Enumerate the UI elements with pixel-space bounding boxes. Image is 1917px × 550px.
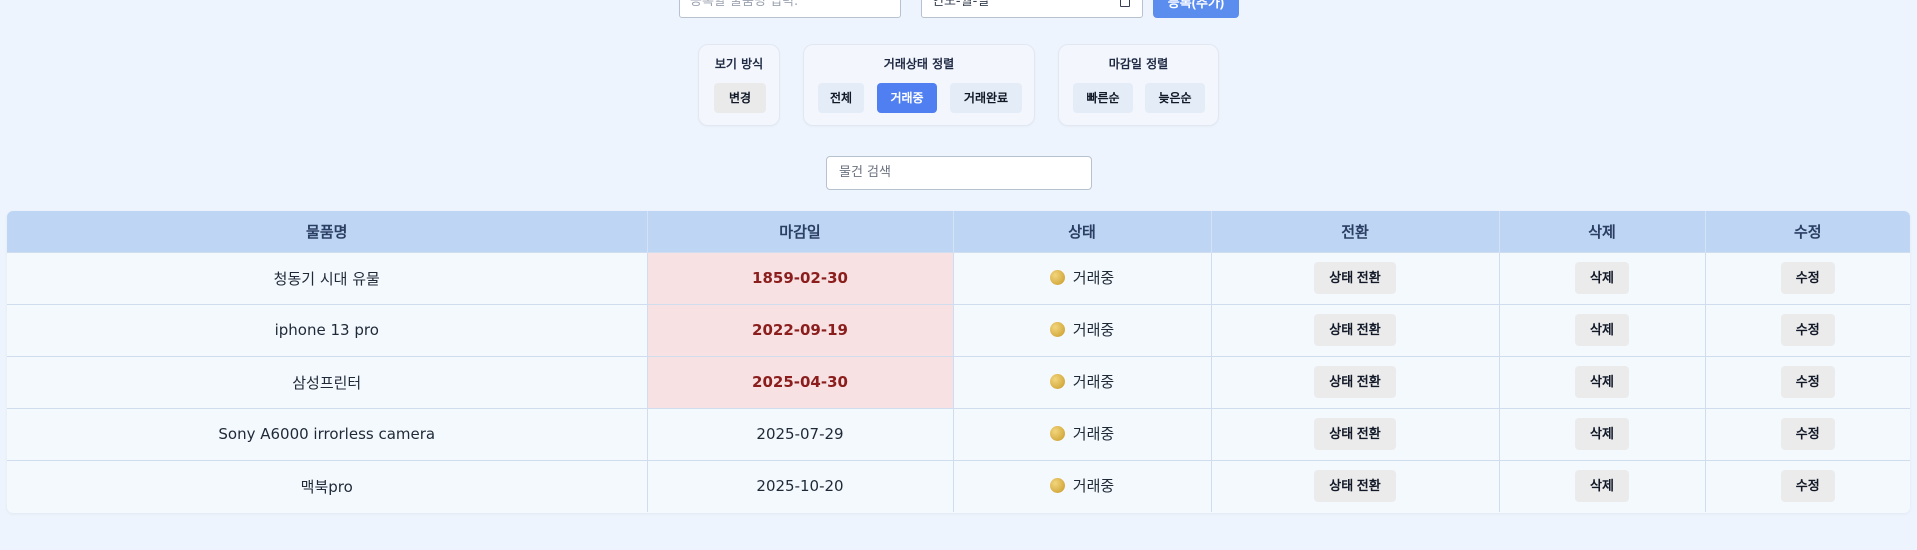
table-header-row: 물품명 마감일 상태 전환 삭제 수정 bbox=[7, 211, 1910, 252]
delete-button[interactable]: 삭제 bbox=[1575, 470, 1629, 503]
status-indicator: 거래중 bbox=[1049, 423, 1115, 444]
toggle-status-button[interactable]: 상태 전환 bbox=[1314, 470, 1396, 503]
toggle-status-button[interactable]: 상태 전환 bbox=[1314, 366, 1396, 398]
delete-cell: 삭제 bbox=[1499, 407, 1706, 460]
status-indicator: 거래중 bbox=[1049, 371, 1115, 392]
table-row: 삼성프린터 2025-04-30 거래중 상태 전환 삭제 수정 bbox=[7, 355, 1910, 408]
item-search-input[interactable]: 물건 검색 bbox=[826, 156, 1092, 190]
toggle-cell: 상태 전환 bbox=[1211, 459, 1500, 512]
header-deadline: 마감일 bbox=[647, 211, 954, 252]
deadline-cell: 2025-07-29 bbox=[647, 407, 954, 460]
item-name-cell: iphone 13 pro bbox=[7, 303, 648, 356]
status-label: 거래중 bbox=[1072, 269, 1115, 287]
status-cell: 거래중 bbox=[953, 355, 1212, 408]
deadline-sort-panel: 마감일 정렬 빠른순 늦은순 bbox=[1058, 44, 1219, 126]
status-sort-title: 거래상태 정렬 bbox=[883, 57, 955, 71]
table-row: 맥북pro 2025-10-20 거래중 상태 전환 삭제 수정 bbox=[7, 459, 1910, 512]
deadline-sort-title: 마감일 정렬 bbox=[1108, 57, 1169, 71]
delete-cell: 삭제 bbox=[1499, 303, 1706, 356]
delete-cell: 삭제 bbox=[1499, 459, 1706, 512]
item-name-cell: Sony A6000 irrorless camera bbox=[7, 407, 648, 460]
status-dot-icon bbox=[1049, 374, 1065, 389]
delete-button[interactable]: 삭제 bbox=[1575, 262, 1629, 294]
item-name-input[interactable]: 등록할 물품명 입력. bbox=[679, 0, 901, 18]
edit-button[interactable]: 수정 bbox=[1780, 366, 1835, 398]
edit-cell: 수정 bbox=[1705, 407, 1910, 460]
status-cell: 거래중 bbox=[953, 251, 1212, 304]
add-item-button[interactable]: 등록(추가) bbox=[1153, 0, 1239, 18]
deadline-cell: 2025-10-20 bbox=[647, 459, 954, 512]
status-dot-icon bbox=[1049, 322, 1065, 337]
register-form: 등록할 물품명 입력. 연도-월-일 등록(추가) bbox=[0, 0, 1917, 18]
view-mode-title: 보기 방식 bbox=[714, 57, 764, 71]
status-label: 거래중 bbox=[1072, 373, 1115, 391]
toggle-cell: 상태 전환 bbox=[1211, 407, 1500, 460]
delete-button[interactable]: 삭제 bbox=[1575, 314, 1629, 346]
item-name-cell: 삼성프린터 bbox=[7, 355, 648, 408]
edit-button[interactable]: 수정 bbox=[1780, 418, 1835, 450]
status-cell: 거래중 bbox=[953, 407, 1212, 460]
toggle-cell: 상태 전환 bbox=[1211, 251, 1500, 304]
edit-cell: 수정 bbox=[1705, 303, 1910, 356]
delete-cell: 삭제 bbox=[1499, 251, 1706, 304]
item-name-cell: 맥북pro bbox=[7, 459, 648, 512]
table-row: 청동기 시대 유물 1859-02-30 거래중 상태 전환 삭제 수정 bbox=[7, 251, 1910, 304]
edit-button[interactable]: 수정 bbox=[1780, 314, 1835, 346]
table-row: iphone 13 pro 2022-09-19 거래중 상태 전환 삭제 수정 bbox=[7, 303, 1910, 356]
items-table: 물품명 마감일 상태 전환 삭제 수정 청동기 시대 유물 1859-02-30 거… bbox=[7, 211, 1910, 513]
edit-cell: 수정 bbox=[1705, 459, 1910, 512]
deadline-desc-button[interactable]: 늦은순 bbox=[1145, 83, 1205, 113]
status-all-button[interactable]: 전체 bbox=[818, 83, 864, 113]
delete-button[interactable]: 삭제 bbox=[1575, 366, 1629, 398]
status-dot-icon bbox=[1049, 478, 1065, 494]
header-status: 상태 bbox=[953, 211, 1212, 252]
status-indicator: 거래중 bbox=[1049, 267, 1115, 288]
header-item-name: 물품명 bbox=[7, 211, 648, 252]
status-cell: 거래중 bbox=[953, 303, 1212, 356]
deadline-cell: 2025-04-30 bbox=[647, 355, 954, 408]
header-delete: 삭제 bbox=[1499, 211, 1706, 252]
status-sort-panel: 거래상태 정렬 전체 거래중 거래완료 bbox=[803, 44, 1035, 126]
status-label: 거래중 bbox=[1072, 321, 1115, 339]
status-indicator: 거래중 bbox=[1049, 319, 1115, 340]
item-name-cell: 청동기 시대 유물 bbox=[7, 251, 648, 304]
toggle-status-button[interactable]: 상태 전환 bbox=[1314, 314, 1396, 346]
status-label: 거래중 bbox=[1072, 477, 1115, 496]
toggle-cell: 상태 전환 bbox=[1211, 355, 1500, 408]
delete-button[interactable]: 삭제 bbox=[1575, 418, 1629, 450]
deadline-cell: 1859-02-30 bbox=[647, 251, 954, 304]
edit-button[interactable]: 수정 bbox=[1780, 262, 1835, 294]
calendar-icon[interactable] bbox=[1120, 0, 1130, 7]
toggle-status-button[interactable]: 상태 전환 bbox=[1314, 418, 1396, 450]
view-mode-panel: 보기 방식 변경 bbox=[698, 44, 780, 126]
deadline-cell: 2022-09-19 bbox=[647, 303, 954, 356]
status-in-progress-button[interactable]: 거래중 bbox=[877, 83, 937, 113]
status-label: 거래중 bbox=[1072, 425, 1115, 443]
edit-cell: 수정 bbox=[1705, 251, 1910, 304]
change-view-button[interactable]: 변경 bbox=[714, 83, 766, 113]
delete-cell: 삭제 bbox=[1499, 355, 1706, 408]
date-value: 연도-월-일 bbox=[932, 0, 990, 9]
status-completed-button[interactable]: 거래완료 bbox=[950, 83, 1022, 113]
table-row: Sony A6000 irrorless camera 2025-07-29 거래중… bbox=[7, 407, 1910, 460]
status-dot-icon bbox=[1049, 270, 1065, 285]
status-cell: 거래중 bbox=[953, 459, 1212, 512]
deadline-asc-button[interactable]: 빠른순 bbox=[1073, 83, 1133, 113]
toggle-cell: 상태 전환 bbox=[1211, 303, 1500, 356]
edit-button[interactable]: 수정 bbox=[1780, 470, 1835, 503]
header-edit: 수정 bbox=[1705, 211, 1910, 252]
status-indicator: 거래중 bbox=[1049, 475, 1115, 496]
header-toggle: 전환 bbox=[1211, 211, 1500, 252]
deadline-date-input[interactable]: 연도-월-일 bbox=[921, 0, 1143, 18]
edit-cell: 수정 bbox=[1705, 355, 1910, 408]
status-dot-icon bbox=[1049, 426, 1065, 441]
toggle-status-button[interactable]: 상태 전환 bbox=[1314, 262, 1396, 294]
